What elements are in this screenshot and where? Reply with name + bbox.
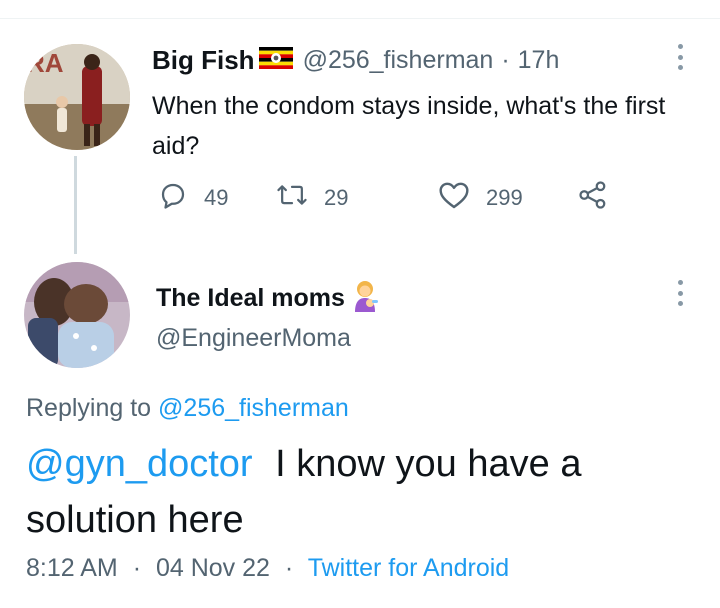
reply-count: 49 <box>204 184 229 210</box>
retweet-button[interactable]: 29 <box>276 180 348 215</box>
replying-to-prefix: Replying to <box>26 394 152 422</box>
mention-link[interactable]: @gyn_doctor <box>26 443 253 485</box>
replying-to-line: Replying to @256_fisherman <box>26 394 349 423</box>
reply-author-avatar[interactable] <box>24 262 130 368</box>
svg-text:RA: RA <box>26 48 64 78</box>
reply-author-name-row: The Ideal moms <box>156 280 381 317</box>
parent-tweet-header: Big Fish @256_fisherman · 17h <box>152 45 559 76</box>
parent-author-name[interactable]: Big Fish <box>152 45 255 76</box>
retweet-icon <box>276 180 308 215</box>
reply-icon <box>158 180 188 215</box>
reply-more-options-icon[interactable] <box>670 280 690 306</box>
parent-tweet-text: When the condom stays inside, what's the… <box>152 92 666 160</box>
replying-to-handle-link[interactable]: @256_fisherman <box>158 394 349 422</box>
meta-separator-dot: · <box>284 554 294 582</box>
uganda-flag-icon <box>258 47 293 74</box>
separator-dot: · <box>501 46 510 74</box>
tweet-source-link[interactable]: Twitter for Android <box>308 554 509 582</box>
tweet-time[interactable]: 8:12 AM <box>26 554 118 582</box>
tweet-meta-line: 8:12 AM · 04 Nov 22 · Twitter for Androi… <box>26 554 509 583</box>
parent-author-handle[interactable]: @256_fisherman <box>303 46 494 75</box>
parent-more-options-icon[interactable] <box>670 44 690 70</box>
parent-author-avatar[interactable]: RA <box>24 44 130 150</box>
reply-author-name[interactable]: The Ideal moms <box>156 284 345 313</box>
reply-tweet-text: @gyn_doctor I know you have a solution h… <box>26 436 706 548</box>
meta-separator-dot: · <box>132 554 142 582</box>
like-button[interactable]: 299 <box>438 180 523 215</box>
like-count: 299 <box>486 184 523 210</box>
parent-tweet-time[interactable]: 17h <box>518 46 560 75</box>
reply-author-handle[interactable]: @EngineerMoma <box>156 324 351 353</box>
share-icon <box>578 180 608 215</box>
woman-feeding-baby-emoji-icon <box>351 280 381 317</box>
thread-connector-line <box>74 156 77 254</box>
reply-button[interactable]: 49 <box>158 180 228 215</box>
tweet-date[interactable]: 04 Nov 22 <box>156 554 270 582</box>
heart-icon <box>438 180 470 215</box>
top-divider <box>0 18 720 19</box>
retweet-count: 29 <box>324 184 349 210</box>
share-button[interactable] <box>578 180 608 215</box>
